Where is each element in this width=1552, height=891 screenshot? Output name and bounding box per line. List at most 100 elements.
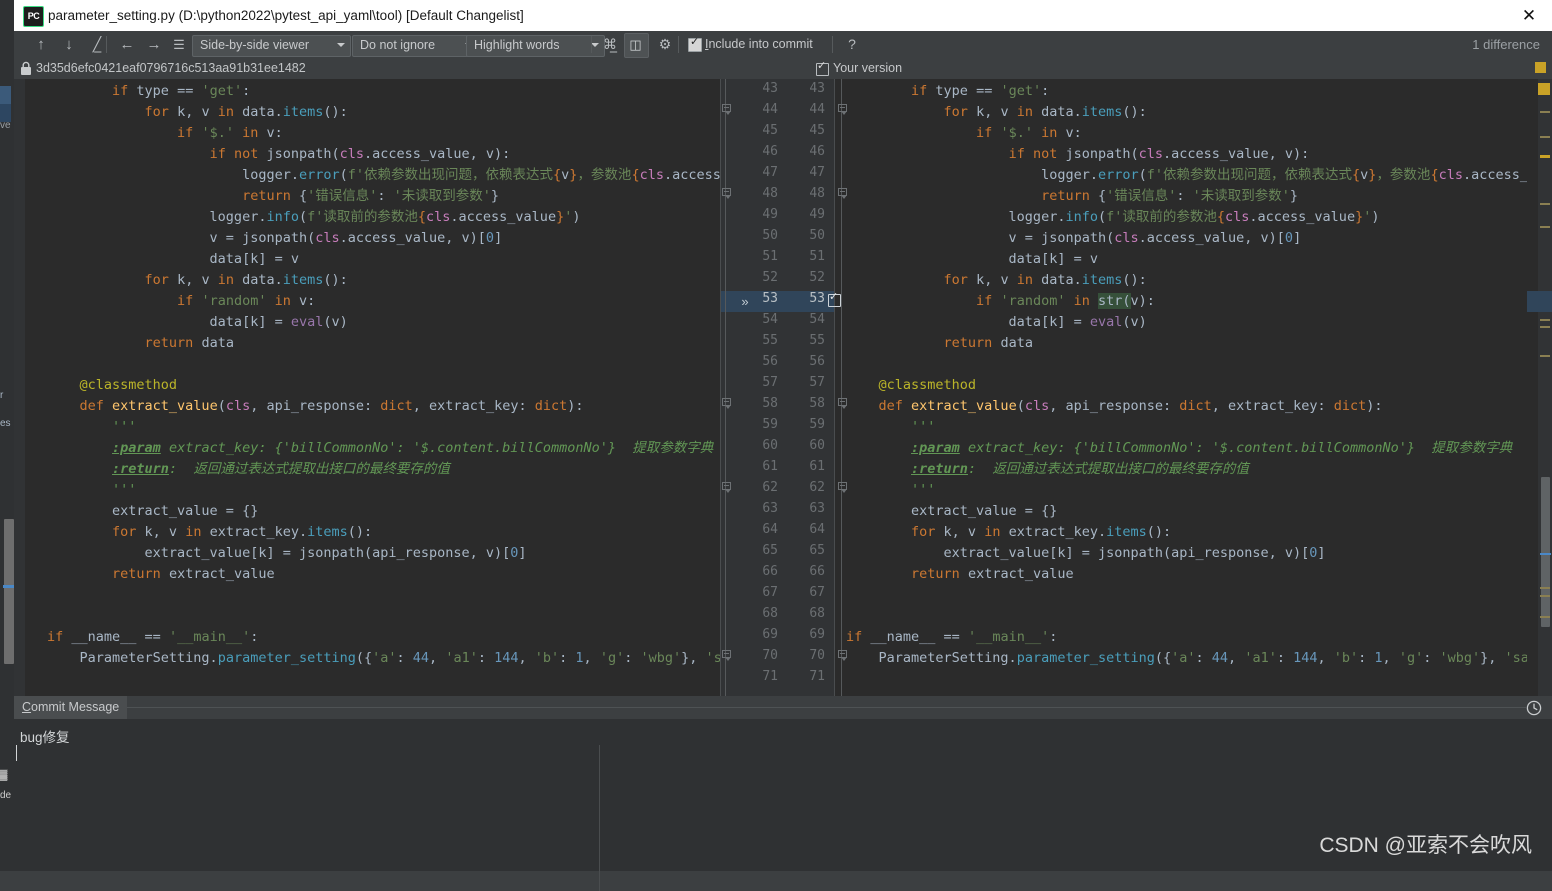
settings-gear-icon[interactable]: ⚙ bbox=[652, 31, 678, 58]
left-code-text[interactable]: if type == 'get': for k, v in data.items… bbox=[47, 81, 720, 669]
stripe-marker bbox=[1540, 595, 1550, 597]
line-number: 51 bbox=[809, 249, 825, 264]
line-number: 57 bbox=[809, 375, 825, 390]
fold-marker-icon[interactable] bbox=[838, 650, 847, 661]
stripe-marker bbox=[1540, 226, 1550, 228]
left-diff-pane[interactable]: if type == 'get': for k, v in data.items… bbox=[25, 79, 720, 696]
previous-difference-icon[interactable]: ↑ bbox=[28, 31, 54, 58]
list-lines-icon[interactable]: ☰ bbox=[166, 31, 192, 58]
highlight-mode-label: Highlight words bbox=[474, 38, 560, 52]
background-text-fragment: ▓ bbox=[0, 770, 8, 781]
line-number: 44 bbox=[809, 102, 825, 117]
stripe-warning-marker[interactable] bbox=[1538, 83, 1550, 95]
line-number: 60 bbox=[809, 438, 825, 453]
fold-marker-icon[interactable] bbox=[722, 398, 731, 409]
toolbar-separator bbox=[106, 36, 107, 53]
viewer-mode-dropdown[interactable]: Side-by-side viewer bbox=[192, 35, 351, 57]
next-difference-icon[interactable]: ↓ bbox=[56, 31, 82, 58]
line-number: 62 bbox=[762, 480, 778, 495]
chevron-double-right-icon[interactable]: » bbox=[736, 291, 754, 312]
line-number: 47 bbox=[762, 165, 778, 180]
right-diff-pane[interactable]: if type == 'get': for k, v in data.items… bbox=[835, 79, 1527, 696]
line-number: 71 bbox=[762, 669, 778, 684]
line-number: 57 bbox=[762, 375, 778, 390]
stripe-marker bbox=[1540, 111, 1550, 113]
help-button[interactable]: ? bbox=[842, 31, 862, 58]
commit-tab-rest: ommit Message bbox=[31, 700, 120, 714]
columns-diff-icon[interactable]: ◫ bbox=[624, 33, 649, 58]
line-number: 54 bbox=[809, 312, 825, 327]
your-version-label: Your version bbox=[833, 61, 903, 75]
line-number: 53 bbox=[809, 291, 825, 306]
line-number: 44 bbox=[762, 102, 778, 117]
line-number: 70 bbox=[762, 648, 778, 663]
line-number: 67 bbox=[809, 585, 825, 600]
error-stripe-scrollbar[interactable] bbox=[1538, 79, 1552, 696]
line-number: 68 bbox=[809, 606, 825, 621]
fold-marker-icon[interactable] bbox=[722, 188, 731, 199]
stripe-marker-warning bbox=[1540, 155, 1550, 158]
diff-window: PC parameter_setting.py (D:\python2022\p… bbox=[14, 0, 1552, 891]
csdn-watermark: CSDN @亚索不会吹风 bbox=[1319, 834, 1532, 857]
accept-change-checkbox[interactable] bbox=[828, 290, 841, 307]
fold-marker-icon[interactable] bbox=[722, 104, 731, 115]
pycharm-app-icon: PC bbox=[23, 6, 44, 27]
stripe-marker bbox=[1540, 587, 1550, 589]
stripe-marker bbox=[1540, 326, 1550, 328]
commit-tab-mnemonic: C bbox=[22, 700, 32, 714]
tab-commit-message[interactable]: Commit Message bbox=[14, 696, 128, 719]
line-number: 51 bbox=[762, 249, 778, 264]
close-icon[interactable]: ✕ bbox=[1506, 0, 1552, 31]
right-code-text[interactable]: if type == 'get': for k, v in data.items… bbox=[846, 81, 1527, 669]
fold-marker-icon[interactable] bbox=[722, 650, 731, 661]
line-number: 61 bbox=[762, 459, 778, 474]
ignore-policy-label: Do not ignore bbox=[360, 38, 436, 52]
fold-marker-icon[interactable] bbox=[722, 482, 731, 493]
fold-marker-icon[interactable] bbox=[838, 104, 847, 115]
include-into-commit-checkbox[interactable] bbox=[688, 35, 702, 52]
line-number: 46 bbox=[809, 144, 825, 159]
stripe-marker bbox=[1540, 203, 1550, 205]
collapse-unchanged-icon[interactable]: ⌘̲ bbox=[597, 31, 623, 58]
clock-history-icon[interactable] bbox=[1526, 700, 1542, 716]
fold-rail-left bbox=[725, 79, 726, 696]
line-number: 56 bbox=[762, 354, 778, 369]
background-text-fragment: r bbox=[0, 390, 4, 401]
stripe-caret-marker bbox=[1540, 553, 1551, 555]
line-number: 65 bbox=[762, 543, 778, 558]
background-panel-icon-a bbox=[0, 86, 11, 104]
line-number: 61 bbox=[809, 459, 825, 474]
left-change-gutter[interactable] bbox=[14, 79, 25, 696]
background-text-fragment: de bbox=[0, 790, 12, 801]
background-text-fragment: es bbox=[0, 418, 11, 429]
navigate-back-icon[interactable]: ← bbox=[114, 31, 140, 58]
line-number: 65 bbox=[809, 543, 825, 558]
line-number: 55 bbox=[762, 333, 778, 348]
ignore-policy-dropdown[interactable]: Do not ignore bbox=[352, 35, 479, 57]
navigate-forward-icon[interactable]: → bbox=[141, 31, 167, 58]
highlight-mode-dropdown[interactable]: Highlight words bbox=[466, 35, 605, 57]
fold-marker-icon[interactable] bbox=[838, 188, 847, 199]
line-number: 52 bbox=[762, 270, 778, 285]
line-number: 58 bbox=[762, 396, 778, 411]
line-number: 63 bbox=[762, 501, 778, 516]
stripe-marker bbox=[1540, 355, 1550, 357]
fold-marker-icon[interactable] bbox=[838, 482, 847, 493]
commit-message-value: bug修复 bbox=[20, 730, 70, 745]
stripe-marker bbox=[1540, 319, 1550, 321]
scrollbar-thumb[interactable] bbox=[1541, 477, 1550, 627]
line-number: 71 bbox=[809, 669, 825, 684]
line-number: 52 bbox=[809, 270, 825, 285]
fold-marker-icon[interactable] bbox=[838, 398, 847, 409]
line-number: 58 bbox=[809, 396, 825, 411]
line-number: 64 bbox=[809, 522, 825, 537]
viewer-mode-label: Side-by-side viewer bbox=[200, 38, 310, 52]
your-version-checkbox[interactable] bbox=[816, 59, 829, 76]
include-into-commit-label[interactable]: Include into commit bbox=[705, 31, 813, 58]
line-number: 67 bbox=[762, 585, 778, 600]
line-number: 49 bbox=[809, 207, 825, 222]
gutter-divider-right bbox=[834, 79, 835, 696]
line-number: 53 bbox=[762, 291, 778, 306]
window-titlebar: PC parameter_setting.py (D:\python2022\p… bbox=[14, 0, 1552, 31]
revision-hash: 3d35d6efc0421eaf0796716c513aa91b31ee1482 bbox=[36, 61, 306, 75]
